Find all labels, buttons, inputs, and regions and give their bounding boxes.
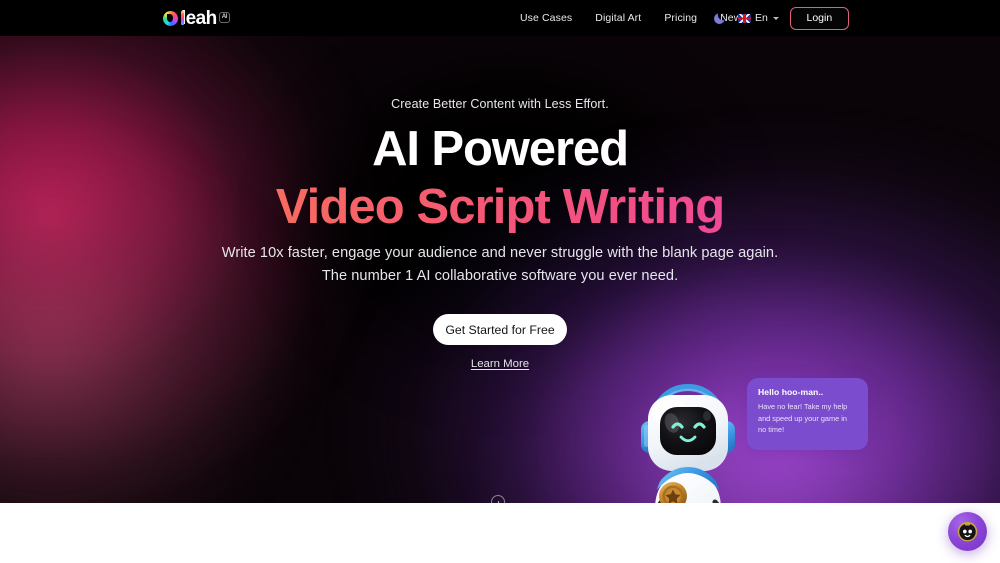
- hero-subtitle-line2: The number 1 AI collaborative software y…: [321, 268, 679, 284]
- chat-robot-avatar-icon[interactable]: [948, 512, 987, 551]
- login-button[interactable]: Login: [789, 6, 849, 30]
- nav-item-digital-art[interactable]: Digital Art: [595, 12, 641, 24]
- moon-icon[interactable]: [712, 11, 727, 26]
- brand-ai-badge: AI: [218, 11, 230, 23]
- hero-headline-line2: Video Script Writing: [0, 178, 1000, 238]
- nav-item-use-cases[interactable]: Use Cases: [520, 12, 572, 24]
- leah-rainbow-logo-icon: [163, 10, 178, 26]
- nav-item-pricing[interactable]: Pricing: [664, 12, 697, 24]
- brand-wordmark: leah AI: [181, 9, 230, 28]
- hero-eyebrow: Create Better Content with Less Effort.: [391, 97, 609, 111]
- speech-bubble-body: Have no fear! Take my help and speed up …: [758, 402, 848, 435]
- brand-rainbow-bar-icon: [181, 10, 184, 25]
- top-navigation-bar: leah AI Use Cases Digital Art Pricing New…: [0, 0, 1000, 36]
- language-code-label: En: [755, 12, 768, 24]
- get-started-button[interactable]: Get Started for Free: [433, 314, 567, 345]
- mouse-scroll-down-icon[interactable]: [491, 495, 505, 503]
- brand-logo[interactable]: leah AI: [163, 0, 230, 36]
- mascot-speech-bubble: Hello hoo-man.. Have no fear! Take my he…: [747, 378, 868, 450]
- chevron-down-icon: [772, 16, 779, 20]
- robot-mascot-icon: [608, 369, 768, 503]
- language-selector[interactable]: En: [738, 12, 779, 24]
- hero-headline-line1: AI Powered: [372, 122, 629, 176]
- hero-subtitle-line1: Write 10x faster, engage your audience a…: [221, 245, 779, 261]
- speech-bubble-title: Hello hoo-man..: [758, 387, 824, 397]
- learn-more-link[interactable]: Learn More: [0, 358, 1000, 370]
- page-body-section: [0, 503, 1000, 563]
- hero-section: Create Better Content with Less Effort. …: [0, 36, 1000, 503]
- brand-name-text: leah: [181, 7, 217, 29]
- nav-right-cluster: En Login: [712, 0, 849, 36]
- uk-flag-icon: [738, 13, 751, 23]
